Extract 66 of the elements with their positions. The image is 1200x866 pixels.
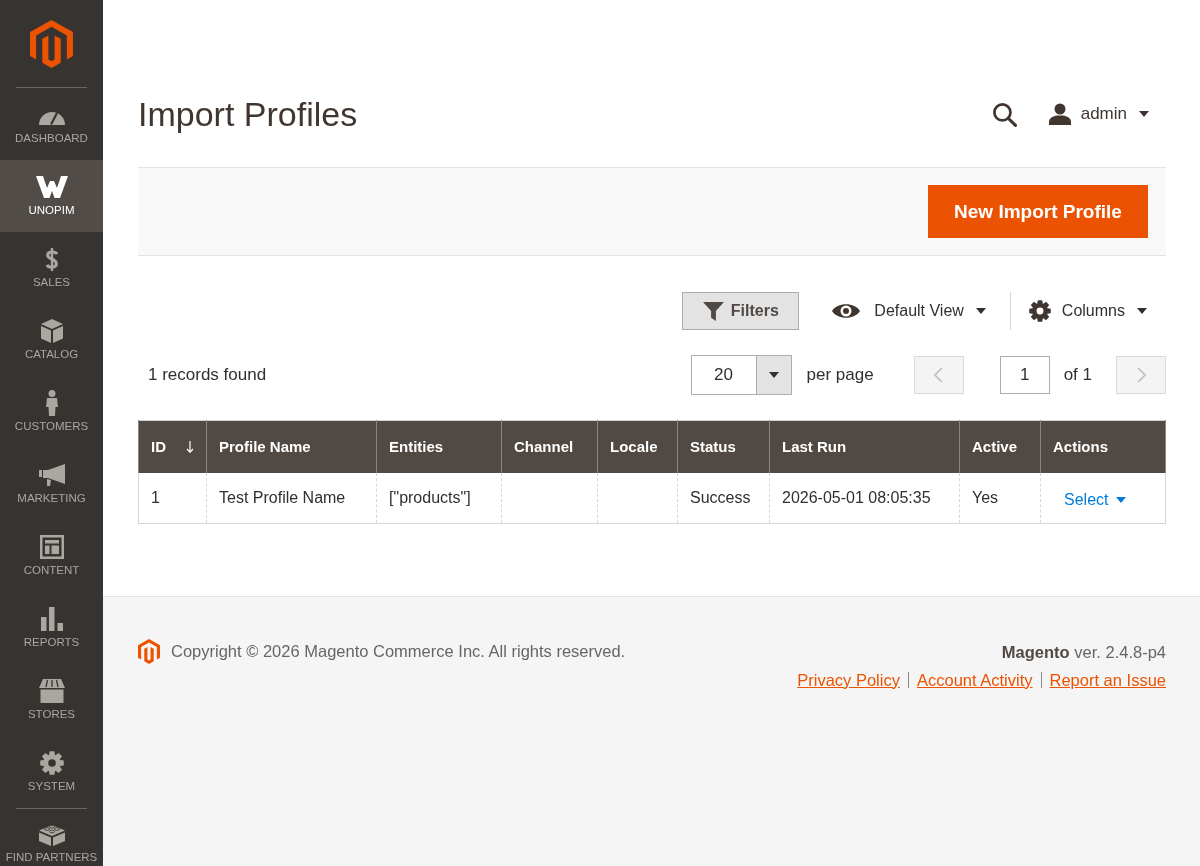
nav-item[interactable]: UNOPIM [0, 160, 103, 232]
bar-chart-icon [40, 607, 63, 631]
caret-icon [768, 372, 779, 378]
view-dropdown[interactable]: Default View [832, 292, 986, 330]
column-header[interactable]: Actions [1040, 420, 1166, 473]
nav-item[interactable]: MARKETING [0, 448, 103, 520]
nav-item[interactable]: SYSTEM [0, 736, 103, 808]
nav-item[interactable]: STORES [0, 664, 103, 736]
column-header[interactable]: Status [677, 420, 770, 473]
gear-icon [39, 751, 64, 775]
table-cell: 1 [138, 472, 207, 523]
funnel-icon [702, 301, 724, 321]
table-cell: Yes [959, 472, 1041, 523]
caret-icon [1116, 496, 1127, 503]
nav-item[interactable]: CUSTOMERS [0, 376, 103, 448]
column-header[interactable]: Active [959, 420, 1041, 473]
box-icon [40, 319, 63, 343]
logo-icon [138, 639, 160, 664]
search-icon[interactable] [991, 101, 1017, 127]
column-header[interactable]: Last Run [769, 420, 960, 473]
per-page-label: per page [806, 365, 874, 385]
chevron-right-icon [1136, 367, 1146, 383]
select-link[interactable]: Select [1064, 490, 1127, 509]
per-page-dropdown-button[interactable] [755, 355, 792, 395]
nav-item[interactable]: SALES [0, 232, 103, 304]
column-header[interactable]: Entities [376, 420, 502, 473]
records-count: 1 records found [147, 365, 268, 385]
table-cell: Test Profile Name [206, 472, 377, 523]
caret-icon [975, 308, 986, 314]
brick-icon [38, 822, 65, 846]
person-icon [44, 390, 59, 416]
caret-icon [1139, 111, 1149, 117]
table-cell: Success [677, 472, 770, 523]
sort-arrow-icon [186, 440, 194, 453]
chevron-left-icon [934, 367, 944, 383]
user-menu[interactable]: admin [1048, 103, 1149, 125]
nav-item[interactable]: FIND PARTNERS [0, 809, 103, 864]
column-header[interactable]: Profile Name [206, 420, 377, 473]
column-header[interactable]: ID [138, 420, 207, 473]
page-title: Import Profiles [138, 94, 359, 135]
logo-icon[interactable] [30, 20, 73, 68]
nav-item[interactable]: CATALOG [0, 304, 103, 376]
columns-dropdown[interactable]: Columns [1028, 292, 1147, 330]
page-number-field[interactable]: 1 [999, 356, 1050, 394]
page-total: of 1 [1063, 365, 1092, 385]
w-logo-icon [35, 176, 68, 198]
user-icon [1048, 103, 1071, 125]
layout-icon [39, 535, 64, 559]
gear-icon [1028, 300, 1051, 322]
nav-item[interactable]: CONTENT [0, 520, 103, 592]
per-page-field[interactable]: 20 [690, 355, 756, 395]
column-header[interactable]: Locale [597, 420, 678, 473]
table-cell: 2026-05-01 08:05:35 [769, 472, 960, 523]
nav-item[interactable]: DASHBOARD [0, 88, 103, 160]
new-profile-button[interactable]: New Import Profile [928, 185, 1148, 238]
filters-button[interactable]: Filters [682, 292, 800, 330]
storefront-icon [38, 679, 65, 703]
megaphone-icon [38, 464, 65, 486]
caret-icon [1137, 308, 1147, 314]
version-text: Magento ver. 2.4.8-p4 [1001, 641, 1166, 663]
eye-icon [832, 302, 861, 320]
column-header[interactable]: Channel [501, 420, 598, 473]
dollar-icon [43, 246, 60, 272]
table-cell: ["products"] [376, 472, 502, 523]
nav-item[interactable]: REPORTS [0, 592, 103, 664]
copyright-text: Copyright © 2026 Magento Commerce Inc. All rights reserved. [171, 642, 626, 661]
